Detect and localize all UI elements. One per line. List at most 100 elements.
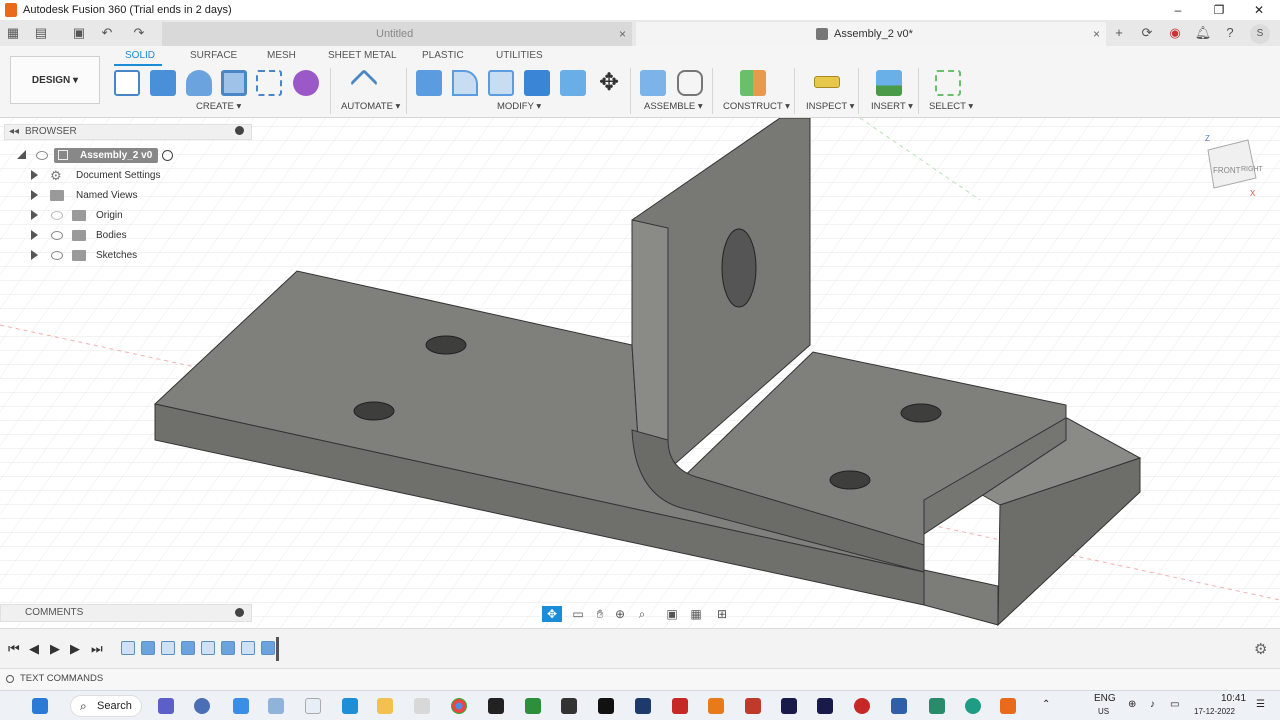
close-tab-icon[interactable]: × [619, 27, 626, 41]
visibility-icon[interactable] [36, 151, 48, 160]
file-explorer-icon[interactable] [377, 698, 393, 714]
go-to-end-icon[interactable]: ⏭ [91, 641, 103, 657]
timeline-extrude-icon[interactable] [221, 641, 235, 655]
move-copy-icon[interactable]: ✥ [596, 70, 622, 96]
construct-menu[interactable]: CONSTRUCT ▾ [723, 101, 790, 112]
new-tab-icon[interactable]: + [1110, 24, 1128, 42]
desktop-icon[interactable] [342, 698, 358, 714]
expand-icon[interactable] [31, 250, 38, 260]
tab-utilities[interactable]: UTILITIES [496, 50, 543, 61]
app-grid-icon[interactable]: ▦ [4, 24, 22, 42]
clock-time[interactable]: 10:41 [1221, 693, 1246, 704]
insert-image-icon[interactable] [876, 70, 902, 96]
pattern-icon[interactable] [256, 70, 282, 96]
notifications-icon[interactable]: 🔔︎ [1194, 24, 1212, 42]
app-icon[interactable] [745, 698, 761, 714]
orbit-icon[interactable]: ✥ [542, 606, 562, 622]
undo-icon[interactable]: ↶ [98, 24, 116, 42]
tab-sheet-metal[interactable]: SHEET METAL [328, 50, 397, 61]
expand-text-commands-icon[interactable] [6, 675, 14, 683]
select-menu[interactable]: SELECT ▾ [929, 101, 973, 112]
tab-assembly[interactable]: Assembly_2 v0* × [636, 22, 1106, 46]
press-pull-icon[interactable] [416, 70, 442, 96]
fillet-icon[interactable] [452, 70, 478, 96]
windows-start-icon[interactable] [32, 698, 48, 714]
assemble-menu[interactable]: ASSEMBLE ▾ [644, 101, 703, 112]
form-icon[interactable] [293, 70, 319, 96]
tab-solid[interactable]: SOLID [125, 50, 155, 61]
timeline-sketch-icon[interactable] [241, 641, 255, 655]
comments-panel[interactable]: COMMENTS [0, 604, 252, 622]
activate-radio-icon[interactable] [162, 150, 173, 161]
modify-menu[interactable]: MODIFY ▾ [497, 101, 541, 112]
redo-icon[interactable]: ↷ [130, 24, 148, 42]
select-icon[interactable] [935, 70, 961, 96]
app-icon[interactable] [488, 698, 504, 714]
edge-icon[interactable] [965, 698, 981, 714]
collapse-panel-icon[interactable]: ◂◂ [9, 125, 19, 139]
premiere-icon[interactable] [817, 698, 833, 714]
expand-icon[interactable] [31, 190, 38, 200]
viewports-icon[interactable]: ⊞ [714, 606, 730, 622]
expanded-icon[interactable] [17, 150, 26, 159]
revolve-icon[interactable] [186, 70, 212, 96]
browser-item-named-views[interactable]: Named Views [0, 187, 252, 205]
browser-item-document-settings[interactable]: ⚙ Document Settings [0, 167, 252, 185]
extensions-icon[interactable]: ⟳ [1138, 24, 1156, 42]
tab-untitled[interactable]: Untitled × [162, 22, 632, 46]
new-component-icon[interactable] [640, 70, 666, 96]
extrude-icon[interactable] [150, 70, 176, 96]
pan-icon[interactable]: ✋︎ [592, 606, 608, 622]
text-commands-bar[interactable]: TEXT COMMANDS [0, 668, 1280, 690]
tab-surface[interactable]: SURFACE [190, 50, 237, 61]
zoom-icon[interactable]: ⊕ [612, 606, 628, 622]
timeline-hole-icon[interactable] [261, 641, 275, 655]
excel-icon[interactable] [525, 698, 541, 714]
inspect-menu[interactable]: INSPECT ▾ [806, 101, 854, 112]
browser-item-sketches[interactable]: Sketches [0, 247, 252, 265]
joint-icon[interactable] [677, 70, 703, 96]
user-avatar[interactable]: S [1250, 24, 1270, 44]
visibility-icon[interactable] [51, 251, 63, 260]
browser-item-bodies[interactable]: Bodies [0, 227, 252, 245]
automate-icon[interactable] [349, 68, 379, 98]
app-icon[interactable] [708, 698, 724, 714]
app-icon[interactable] [561, 698, 577, 714]
job-status-icon[interactable]: ◉ [1166, 24, 1184, 42]
look-at-icon[interactable]: ▭ [570, 606, 586, 622]
expand-icon[interactable] [31, 230, 38, 240]
minimize-button[interactable]: – [1170, 2, 1186, 18]
snipping-icon[interactable] [305, 698, 321, 714]
save-icon[interactable]: ▣ [70, 24, 88, 42]
teams-icon[interactable] [158, 698, 174, 714]
close-tab-icon[interactable]: × [1093, 27, 1100, 41]
app-icon[interactable] [598, 698, 614, 714]
language-indicator[interactable]: ENG [1094, 693, 1116, 704]
insert-menu[interactable]: INSERT ▾ [871, 101, 913, 112]
timeline-extrude-icon[interactable] [181, 641, 195, 655]
timeline-settings-icon[interactable]: ⚙ [1254, 640, 1267, 658]
timeline-extrude-icon[interactable] [141, 641, 155, 655]
volume-icon[interactable]: ♪ [1150, 699, 1155, 710]
app-icon[interactable] [929, 698, 945, 714]
go-to-start-icon[interactable]: ⏮ [8, 641, 20, 657]
step-forward-icon[interactable]: ▶ [70, 641, 80, 657]
browser-item-origin[interactable]: Origin [0, 207, 252, 225]
fit-icon[interactable]: ⌕ [634, 606, 650, 622]
battery-icon[interactable]: ▭ [1170, 699, 1179, 710]
close-button[interactable]: ✕ [1251, 2, 1267, 18]
help-icon[interactable]: ? [1221, 24, 1239, 42]
notification-center-icon[interactable]: ☰ [1256, 699, 1265, 710]
visibility-off-icon[interactable] [51, 211, 63, 220]
file-menu-icon[interactable]: ▤ [32, 24, 50, 42]
automate-menu[interactable]: AUTOMATE ▾ [341, 101, 400, 112]
pin-icon[interactable] [235, 126, 244, 135]
tab-plastic[interactable]: PLASTIC [422, 50, 464, 61]
visibility-icon[interactable] [51, 231, 63, 240]
settings-icon[interactable] [194, 698, 210, 714]
workspace-switcher[interactable]: DESIGN ▾ [10, 56, 100, 104]
split-body-icon[interactable] [560, 70, 586, 96]
hole-icon[interactable] [221, 70, 247, 96]
measure-icon[interactable] [814, 76, 840, 88]
create-sketch-icon[interactable] [114, 70, 140, 96]
